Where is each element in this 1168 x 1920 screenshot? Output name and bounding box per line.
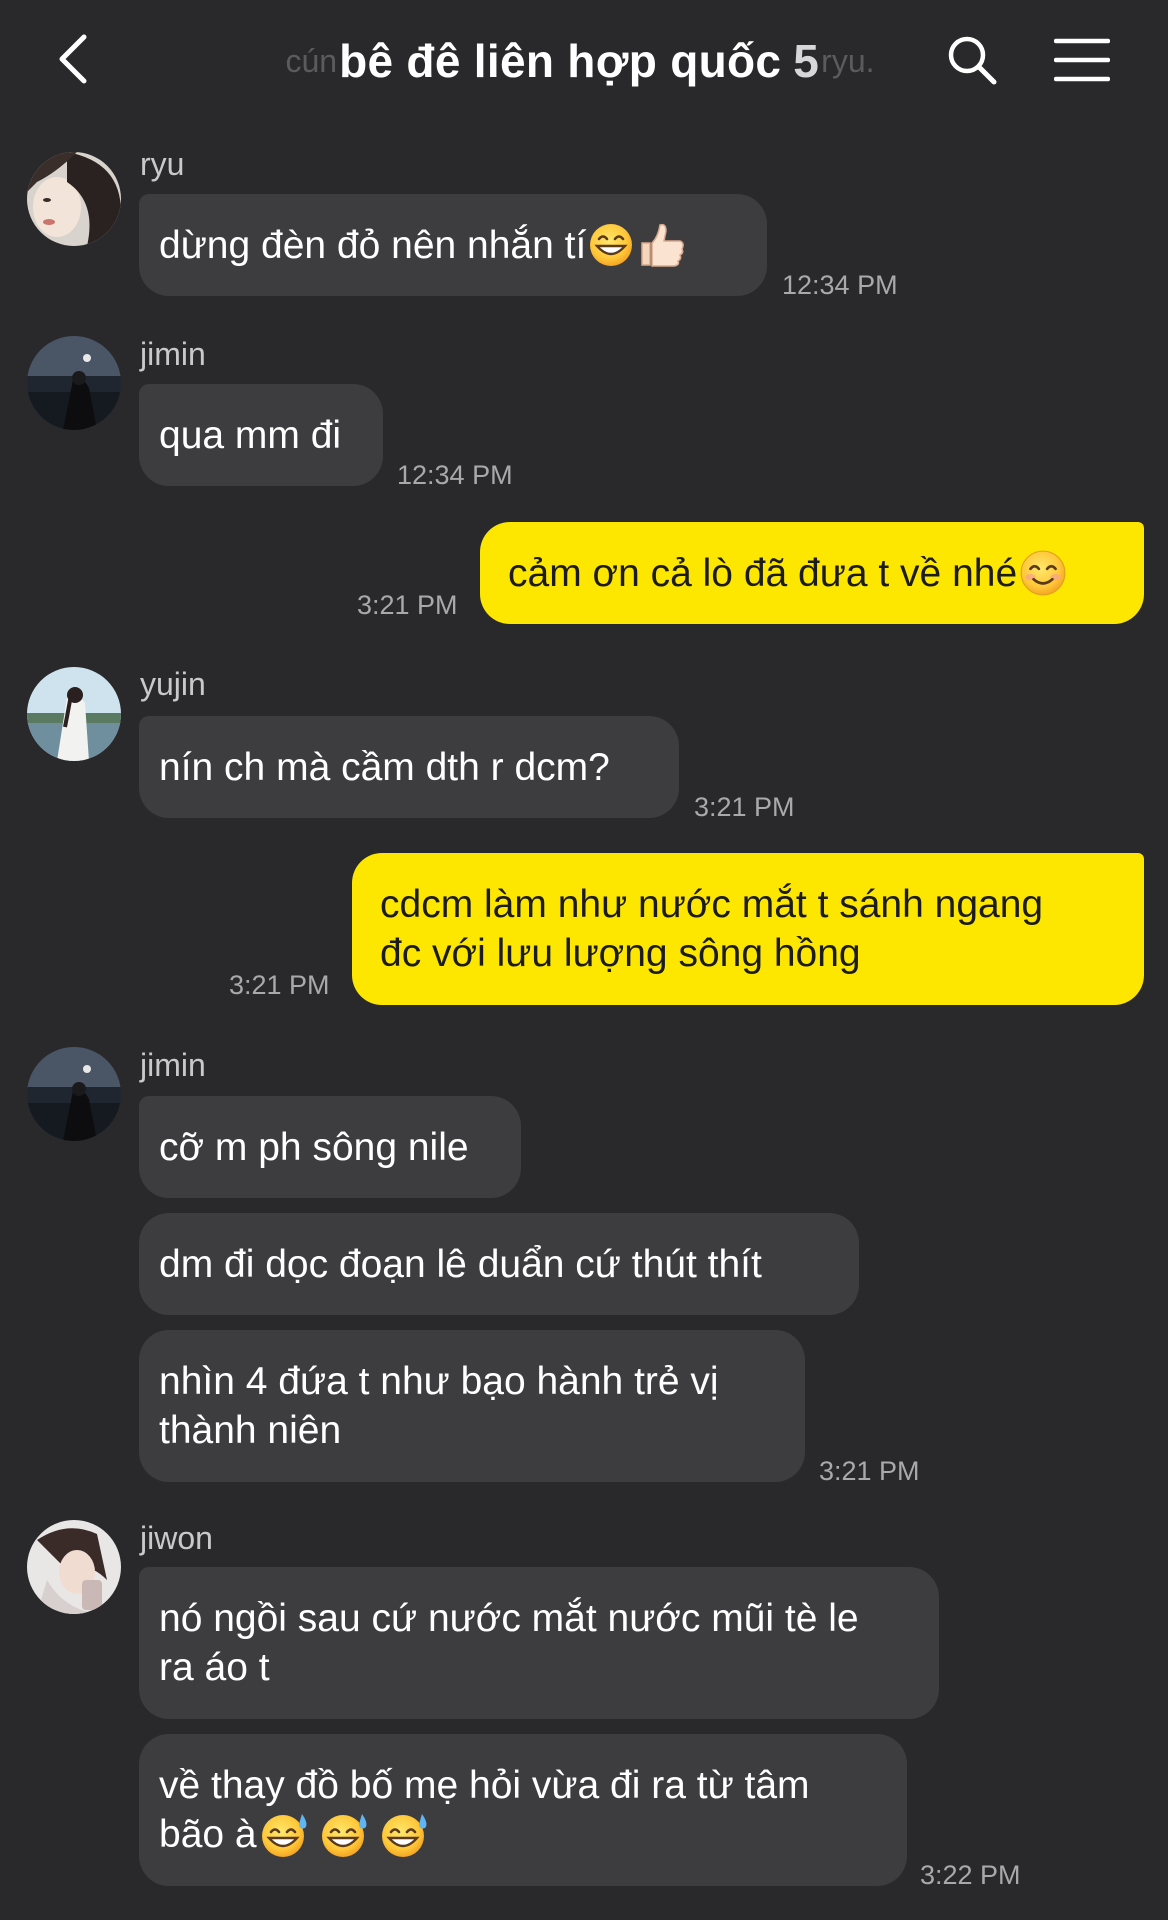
message-text: bão à bbox=[159, 1813, 257, 1856]
message-text: qua mm đi bbox=[159, 413, 342, 457]
sweat-smile-emoji bbox=[261, 1813, 307, 1857]
message-bubble[interactable]: dừng đèn đỏ nên nhắn tí bbox=[139, 194, 767, 296]
title-ghost-right: ryu. bbox=[821, 42, 875, 79]
avatar-jiwon[interactable] bbox=[27, 1520, 121, 1614]
search-icon bbox=[948, 36, 997, 85]
message-bubble[interactable]: qua mm đi bbox=[139, 384, 383, 486]
message-text-line-with-emoji: bão à bbox=[159, 1810, 887, 1860]
message-text-line: về thay đồ bố mẹ hỏi vừa đi ra từ tâm bbox=[159, 1763, 810, 1807]
avatar-jimin[interactable] bbox=[27, 1047, 121, 1141]
chat-title: cún bê đê liên hợp quốc 5 ryu. bbox=[200, 26, 960, 96]
title-ghost-left: cún bbox=[285, 42, 338, 79]
menu-button[interactable] bbox=[1048, 28, 1116, 92]
group-name: bê đê liên hợp quốc bbox=[339, 35, 782, 87]
timestamp: 3:22 PM bbox=[920, 1860, 1021, 1890]
message-bubble[interactable]: nhìn 4 đứa t như bạo hành trẻ vị thành n… bbox=[139, 1330, 805, 1482]
hamburger-menu-icon bbox=[1054, 38, 1110, 82]
smiling-face-emoji bbox=[1020, 550, 1066, 596]
timestamp: 3:21 PM bbox=[229, 970, 330, 1000]
avatar-yujin[interactable] bbox=[27, 667, 121, 761]
back-button[interactable] bbox=[40, 22, 104, 96]
message-text-line: cdcm làm như nước mắt t sánh ngang bbox=[380, 883, 1044, 926]
message-text: dừng đèn đỏ nên nhắn tí bbox=[159, 223, 587, 267]
timestamp: 3:21 PM bbox=[357, 590, 458, 620]
message-text-line: đc với lưu lượng sông hồng bbox=[380, 932, 861, 975]
sweat-smile-emoji bbox=[381, 1813, 427, 1857]
my-message-bubble[interactable]: cảm ơn cả lò đã đưa t về nhé bbox=[480, 522, 1144, 624]
message-text: cỡ m ph sông nile bbox=[159, 1125, 469, 1169]
message-text: cảm ơn cả lò đã đưa t về nhé bbox=[508, 551, 1018, 595]
message-text: dm đi dọc đoạn lê duẩn cứ thút thít bbox=[159, 1242, 762, 1286]
sender-name: jimin bbox=[140, 1047, 206, 1083]
my-message-bubble[interactable]: cdcm làm như nước mắt t sánh ngang đc vớ… bbox=[352, 853, 1144, 1005]
sender-name: jimin bbox=[140, 336, 206, 372]
timestamp: 3:21 PM bbox=[819, 1456, 920, 1486]
sweat-smile-emoji bbox=[321, 1813, 367, 1857]
sender-name: jiwon bbox=[140, 1520, 213, 1556]
message-bubble[interactable]: về thay đồ bố mẹ hỏi vừa đi ra từ tâm bã… bbox=[139, 1734, 907, 1886]
message-bubble[interactable]: nín ch mà cầm dth r dcm? bbox=[139, 716, 679, 818]
chevron-left-icon bbox=[59, 34, 87, 84]
avatar-jimin[interactable] bbox=[27, 336, 121, 430]
message-bubble[interactable]: cỡ m ph sông nile bbox=[139, 1096, 521, 1198]
thumbs-up-emoji bbox=[641, 223, 685, 267]
avatar-ryu[interactable] bbox=[27, 152, 121, 246]
message-text-line: nó ngồi sau cứ nước mắt nước mũi tè le bbox=[159, 1597, 859, 1640]
sender-name: ryu bbox=[140, 146, 185, 182]
timestamp: 3:21 PM bbox=[694, 792, 795, 822]
timestamp: 12:34 PM bbox=[397, 460, 513, 490]
chat-header: cún bê đê liên hợp quốc 5 ryu. bbox=[0, 0, 1168, 118]
search-button[interactable] bbox=[940, 28, 1004, 92]
message-bubble[interactable]: nó ngồi sau cứ nước mắt nước mũi tè le r… bbox=[139, 1567, 939, 1719]
timestamp: 12:34 PM bbox=[782, 270, 898, 300]
message-text: nín ch mà cầm dth r dcm? bbox=[159, 745, 610, 789]
message-text-line: ra áo t bbox=[159, 1646, 270, 1689]
message-text-line: nhìn 4 đứa t như bạo hành trẻ vị bbox=[159, 1360, 719, 1403]
grinning-face-emoji bbox=[590, 224, 633, 266]
message-text-line: thành niên bbox=[159, 1409, 342, 1452]
sender-name: yujin bbox=[140, 666, 206, 702]
member-count: 5 bbox=[793, 35, 820, 87]
message-bubble[interactable]: dm đi dọc đoạn lê duẩn cứ thút thít bbox=[139, 1213, 859, 1315]
